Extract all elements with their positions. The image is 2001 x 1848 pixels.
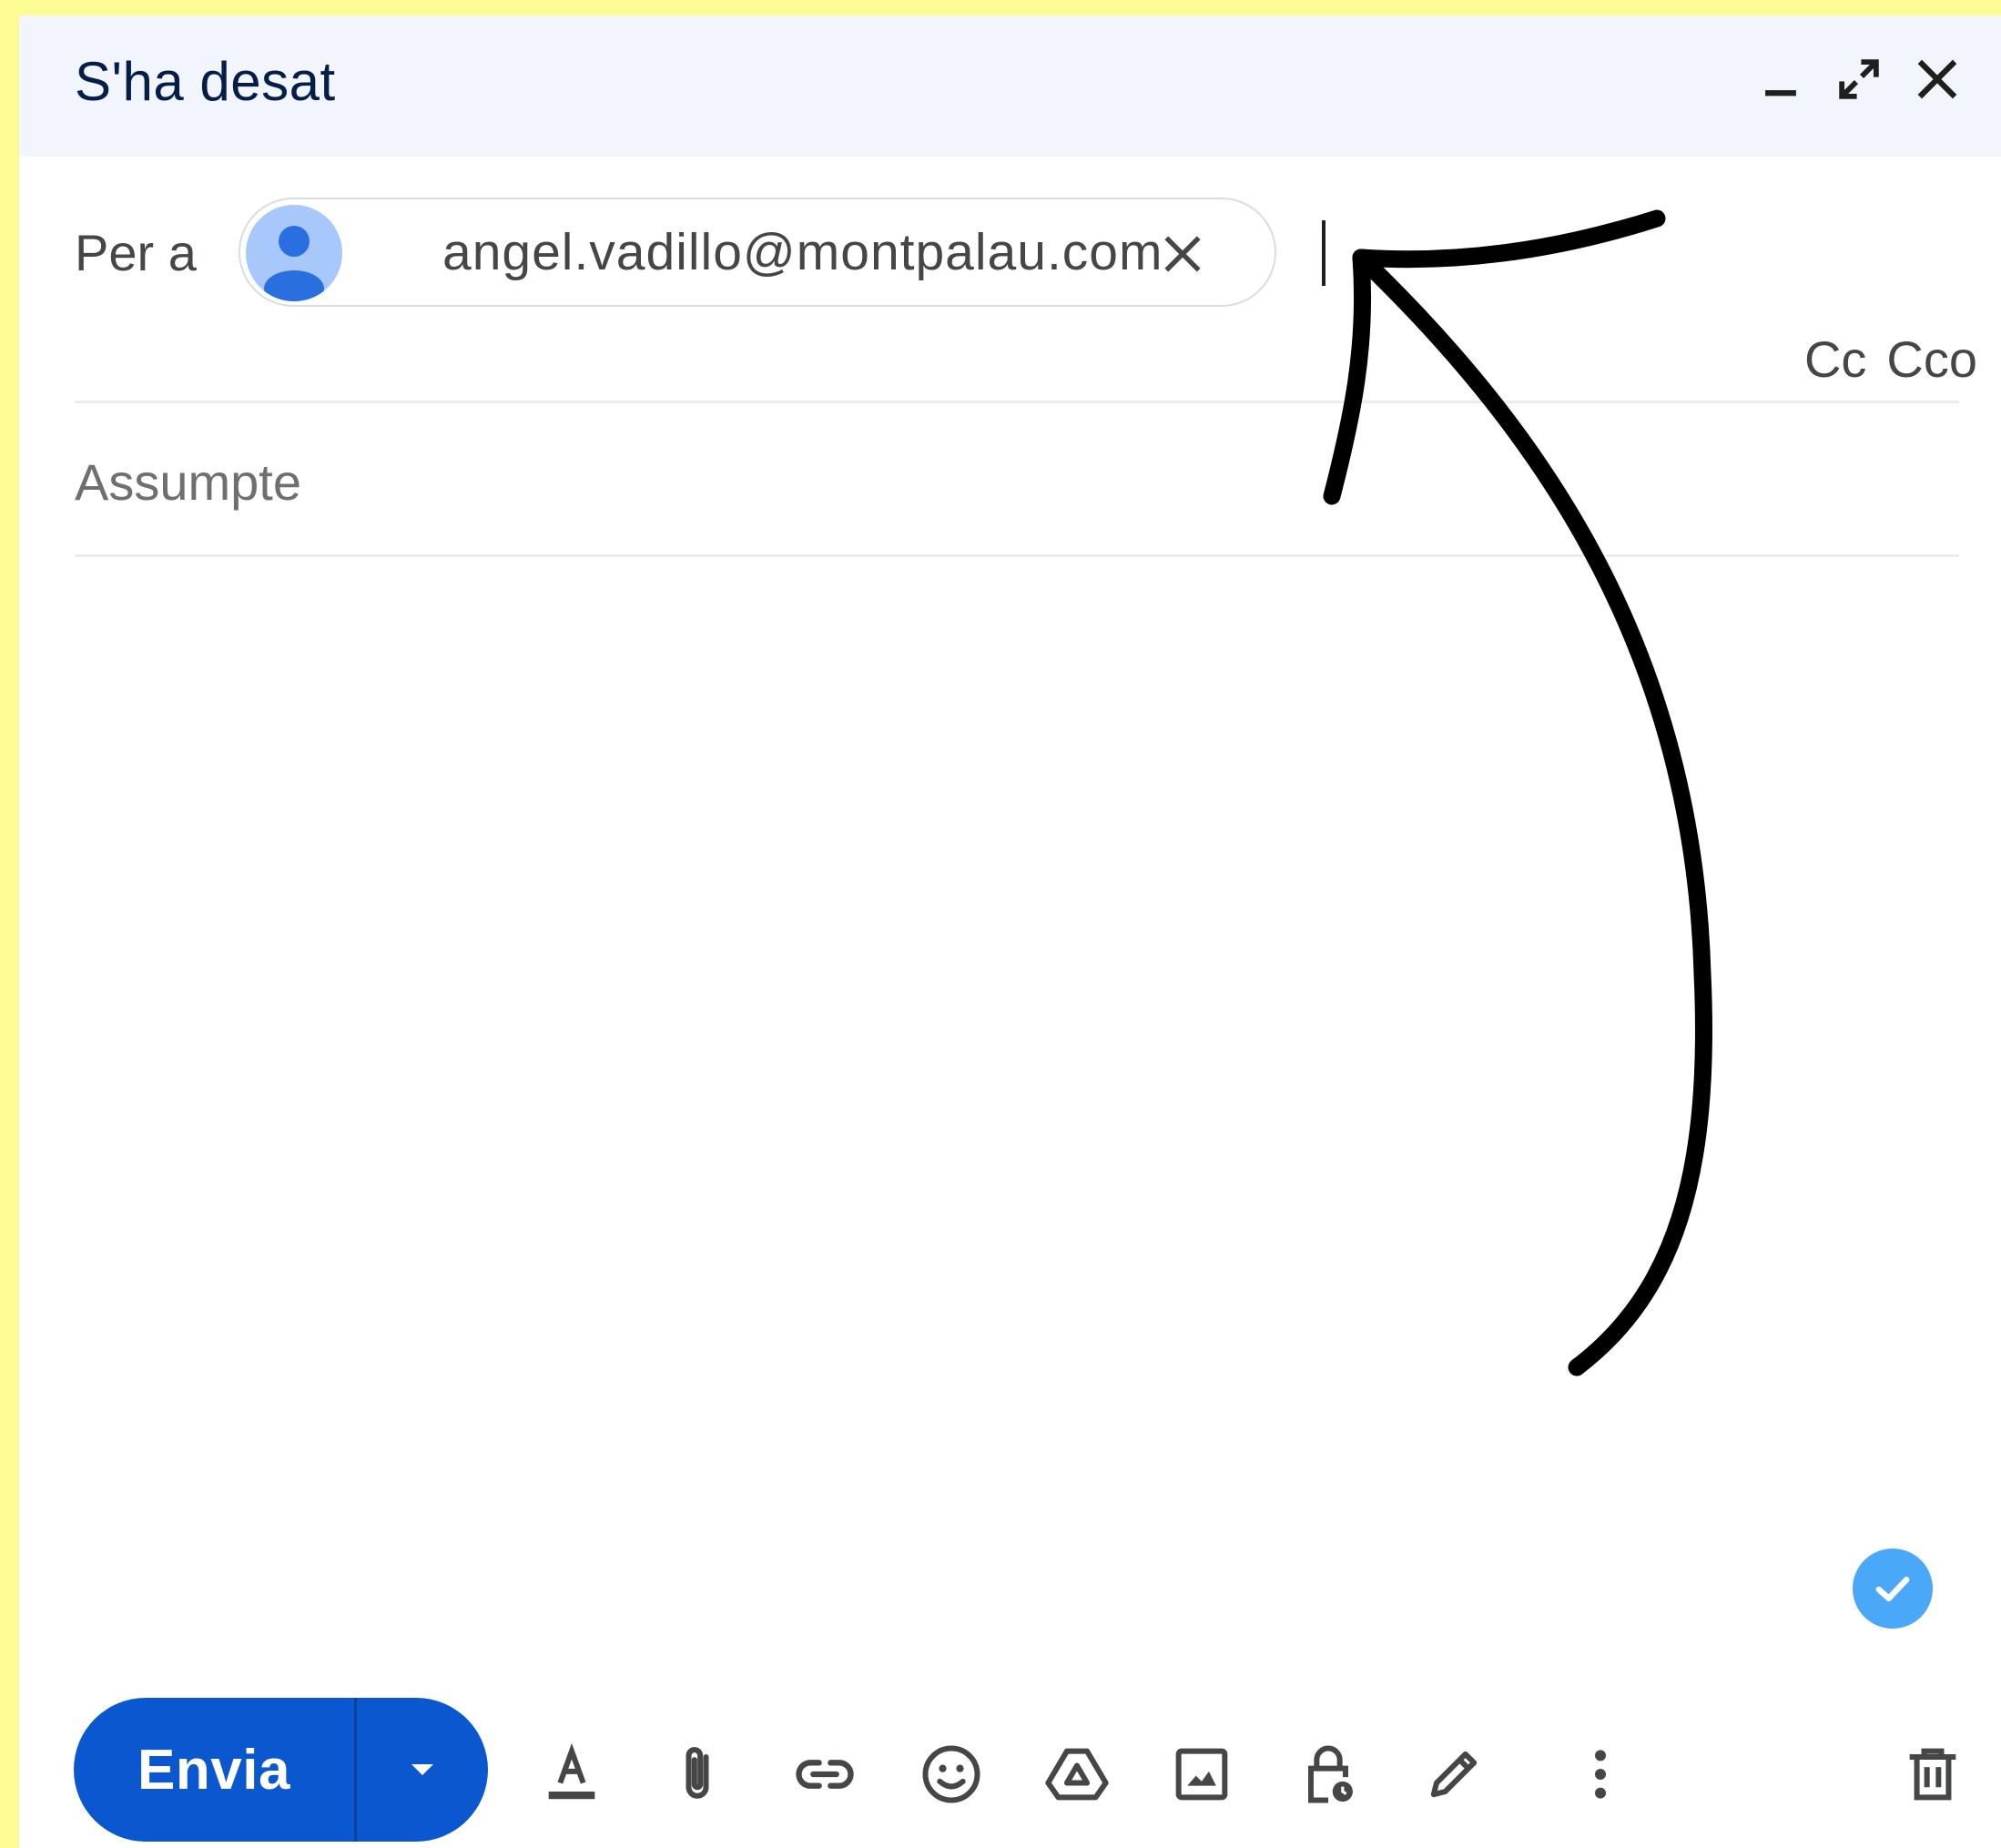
check-circle-icon xyxy=(1853,1548,1933,1629)
subject-divider xyxy=(75,554,1959,557)
more-options-icon xyxy=(1594,1750,1607,1799)
text-cursor xyxy=(1322,220,1326,286)
recipients-row[interactable]: Per a angel.vadillo@montpalau.com Cc Cco xyxy=(75,175,1977,416)
to-label: Per a xyxy=(75,224,197,281)
insert-photo-icon xyxy=(1175,1748,1228,1801)
insert-link-icon xyxy=(796,1760,854,1789)
discard-draft-button[interactable] xyxy=(1894,1736,1971,1812)
send-button[interactable]: Envia xyxy=(74,1698,354,1842)
formatting-options-button[interactable] xyxy=(533,1736,610,1812)
minimize-icon xyxy=(1765,90,1796,96)
signature-pen-icon xyxy=(1430,1751,1478,1798)
recipient-email: angel.vadillo@montpalau.com xyxy=(442,223,1163,281)
fullscreen-button[interactable] xyxy=(1827,47,1891,111)
delete-icon xyxy=(1909,1748,1956,1801)
send-options-button[interactable] xyxy=(357,1698,488,1842)
attach-file-icon xyxy=(686,1747,709,1799)
subject-input[interactable] xyxy=(75,445,1959,518)
google-drive-icon xyxy=(1045,1748,1109,1801)
insert-emoji-button[interactable] xyxy=(913,1736,990,1812)
insert-drive-file-button[interactable] xyxy=(1039,1736,1115,1812)
cc-bcc-links: Cc Cco xyxy=(1784,330,1977,389)
bcc-link[interactable]: Cco xyxy=(1886,330,1977,388)
recipients-divider xyxy=(75,401,1959,403)
remove-recipient-button[interactable] xyxy=(1151,222,1214,286)
confidential-mode-icon xyxy=(1307,1745,1353,1803)
text-format-icon xyxy=(548,1742,595,1800)
confidential-mode-button[interactable] xyxy=(1290,1736,1366,1812)
recipient-chip[interactable]: angel.vadillo@montpalau.com xyxy=(239,198,1276,307)
close-button[interactable] xyxy=(1905,47,1969,111)
arrow-drop-down-icon xyxy=(411,1764,433,1775)
more-options-button[interactable] xyxy=(1562,1736,1639,1812)
attach-files-button[interactable] xyxy=(659,1736,736,1812)
person-avatar-icon xyxy=(246,205,342,301)
close-icon xyxy=(1164,236,1201,272)
compose-title: S'ha desat xyxy=(75,51,336,112)
minimize-button[interactable] xyxy=(1749,47,1813,111)
emoji-icon xyxy=(922,1745,980,1803)
insert-link-button[interactable] xyxy=(787,1736,863,1812)
open-in-full-icon xyxy=(1839,59,1879,99)
close-icon xyxy=(1917,59,1957,99)
send-button-group: Envia xyxy=(74,1698,488,1842)
cc-link[interactable]: Cc xyxy=(1804,330,1866,388)
compose-header: S'ha desat xyxy=(19,15,2001,157)
insert-signature-button[interactable] xyxy=(1416,1736,1492,1812)
compose-window: S'ha desat Per a angel.vadillo@montpalau… xyxy=(19,15,2001,1848)
insert-photo-button[interactable] xyxy=(1163,1736,1240,1812)
message-body[interactable] xyxy=(75,580,1959,1536)
